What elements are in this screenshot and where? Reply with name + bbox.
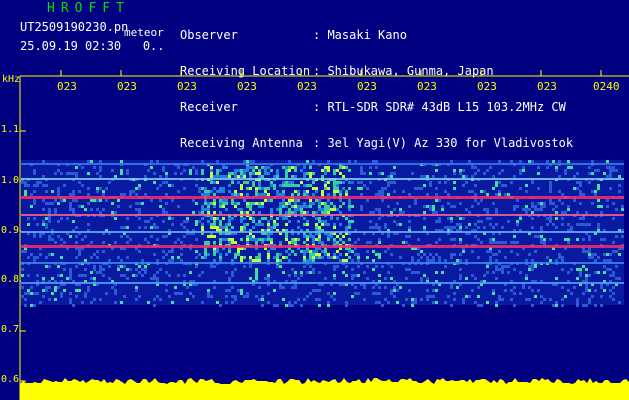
xtick-label: 023 <box>537 80 557 93</box>
xtick-label: 023 <box>237 80 257 93</box>
ytick-label: 0.7 <box>1 324 20 335</box>
ytick-label: 1.0 <box>1 175 20 186</box>
ytick-label: 0.6 <box>1 374 20 385</box>
spectrogram-plot <box>19 70 629 400</box>
xtick-label: 023 <box>357 80 377 93</box>
x-tick-marks <box>60 70 602 76</box>
ytick-label: 0.8 <box>1 274 20 285</box>
ytick-label: 1.1 <box>1 124 20 135</box>
xtick-label: 023 <box>117 80 137 93</box>
ytick-label: 0.9 <box>1 225 20 236</box>
xtick-label: 023 <box>177 80 197 93</box>
xtick-label: 023 <box>297 80 317 93</box>
xtick-label: 0240 <box>593 80 620 93</box>
signal-strength-strip <box>20 378 629 400</box>
spectrogram-area <box>21 160 624 307</box>
xtick-label: 023 <box>477 80 497 93</box>
xtick-label: 023 <box>417 80 437 93</box>
unit-label: kHz <box>2 74 21 85</box>
xtick-label: 023 <box>57 80 77 93</box>
